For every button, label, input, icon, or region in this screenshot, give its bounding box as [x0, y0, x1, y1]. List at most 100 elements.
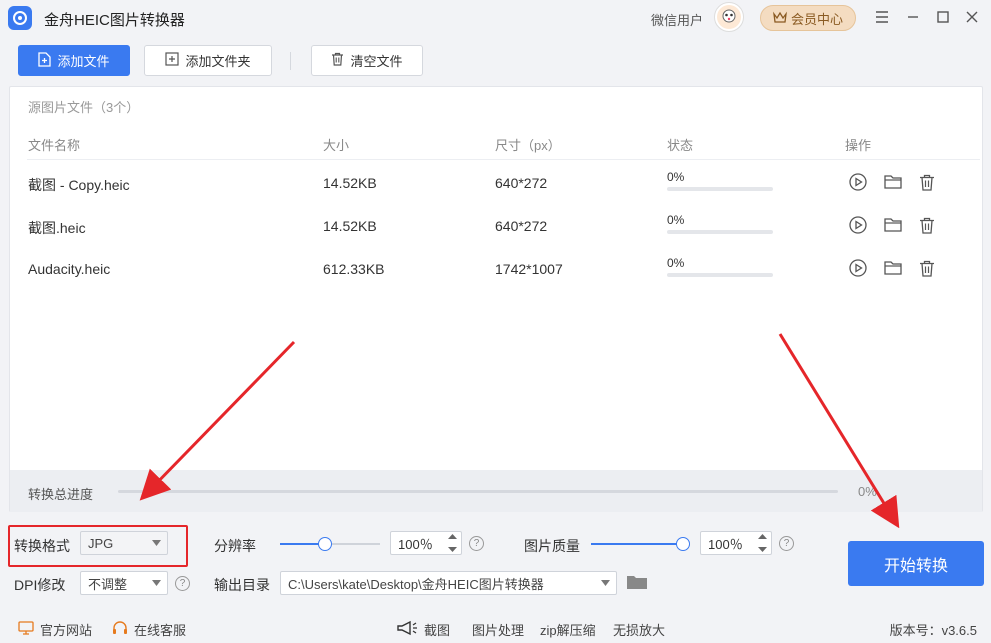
- resolution-value: 100％: [398, 536, 433, 552]
- website-label: 官方网站: [40, 623, 93, 638]
- website-icon: [18, 621, 34, 638]
- avatar[interactable]: [714, 2, 744, 32]
- total-progress-area: 转换总进度 0%: [10, 470, 982, 512]
- quality-label: 图片质量: [524, 538, 580, 554]
- table-row[interactable]: 截图.heic 14.52KB 640*272 0%: [10, 207, 980, 247]
- file-status-value: 0%: [667, 213, 685, 227]
- folder-icon[interactable]: [883, 258, 903, 278]
- screenshot-tool-link[interactable]: 截图: [396, 620, 450, 639]
- add-file-icon: [38, 51, 52, 70]
- column-header-actions: 操作: [845, 138, 872, 153]
- file-list-title: 源图片文件（3个）: [28, 100, 140, 115]
- service-label: 在线客服: [134, 623, 187, 638]
- footer-bar: 官方网站 在线客服 截图 图片处理 zip解压缩 无损放大 版本号：v3.6.5: [0, 612, 991, 643]
- total-progress-label: 转换总进度: [28, 487, 94, 502]
- file-name-cell: 截图 - Copy.heic: [28, 177, 130, 193]
- file-dimensions-cell: 1742*1007: [495, 261, 563, 277]
- maximize-icon[interactable]: [934, 8, 952, 26]
- clear-files-button[interactable]: 清空文件: [311, 45, 423, 76]
- column-header-size: 大小: [323, 138, 350, 153]
- file-name-cell: Audacity.heic: [28, 261, 111, 277]
- tool-label-screenshot: 截图: [424, 623, 451, 638]
- trash-icon[interactable]: [917, 258, 937, 278]
- dpi-select[interactable]: 不调整: [80, 571, 168, 595]
- menu-icon[interactable]: [873, 8, 891, 26]
- quality-spinbox[interactable]: 100％: [700, 531, 772, 555]
- file-size-cell: 14.52KB: [323, 175, 377, 191]
- add-folder-button[interactable]: 添加文件夹: [144, 45, 272, 76]
- format-label: 转换格式: [14, 538, 70, 554]
- online-service-link[interactable]: 在线客服: [112, 620, 186, 639]
- resolution-help-icon[interactable]: ?: [469, 536, 484, 551]
- play-icon[interactable]: [848, 172, 868, 192]
- app-logo-icon: [8, 6, 32, 30]
- resolution-slider[interactable]: [280, 537, 380, 551]
- start-convert-button[interactable]: 开始转换: [848, 541, 984, 586]
- add-file-button[interactable]: 添加文件: [18, 45, 130, 76]
- resolution-slider-thumb[interactable]: [318, 537, 332, 551]
- headset-icon: [112, 620, 128, 639]
- total-progress-value: 0%: [858, 484, 877, 499]
- title-bar: 金舟HEIC图片转换器 微信用户 会员中心: [0, 0, 991, 36]
- quality-slider[interactable]: [591, 537, 690, 551]
- quality-slider-fill: [591, 543, 683, 545]
- header-divider: [27, 159, 980, 160]
- resolution-label: 分辨率: [214, 538, 256, 554]
- chevron-down-icon: [594, 572, 616, 594]
- browse-folder-icon[interactable]: [626, 573, 648, 591]
- add-folder-icon: [165, 52, 180, 69]
- file-status-value: 0%: [667, 256, 685, 270]
- dpi-value: 不调整: [88, 576, 128, 592]
- chevron-down-icon: [145, 572, 167, 594]
- dpi-label: DPI修改: [14, 577, 66, 593]
- folder-icon[interactable]: [883, 215, 903, 235]
- vip-center-button[interactable]: 会员中心: [760, 5, 856, 31]
- dpi-help-icon[interactable]: ?: [175, 576, 190, 591]
- app-title: 金舟HEIC图片转换器: [44, 12, 185, 29]
- zip-tool-link[interactable]: zip解压缩: [540, 620, 596, 639]
- user-name[interactable]: 微信用户: [651, 10, 703, 29]
- table-row[interactable]: 截图 - Copy.heic 14.52KB 640*272 0%: [10, 164, 980, 204]
- format-select[interactable]: JPG: [80, 531, 168, 555]
- file-progress-bar: [667, 230, 773, 234]
- version-label: 版本号：v3.6.5: [889, 623, 977, 638]
- trash-icon[interactable]: [917, 172, 937, 192]
- image-process-tool-link[interactable]: 图片处理: [472, 620, 524, 639]
- output-dir-value: C:\Users\kate\Desktop\金舟HEIC图片转换器: [288, 576, 544, 592]
- trash-icon: [331, 52, 344, 69]
- tool-label-upscale: 无损放大: [613, 623, 666, 638]
- table-row[interactable]: Audacity.heic 612.33KB 1742*1007 0%: [10, 250, 980, 290]
- close-icon[interactable]: [963, 8, 981, 26]
- column-header-status: 状态: [667, 138, 694, 153]
- spin-arrows-icon[interactable]: [756, 534, 768, 552]
- official-website-link[interactable]: 官方网站: [18, 620, 92, 639]
- file-size-cell: 612.33KB: [323, 261, 385, 277]
- upscale-tool-link[interactable]: 无损放大: [613, 620, 665, 639]
- crown-icon: [773, 11, 787, 26]
- trash-icon[interactable]: [917, 215, 937, 235]
- quality-help-icon[interactable]: ?: [779, 536, 794, 551]
- folder-icon[interactable]: [883, 172, 903, 192]
- file-dimensions-cell: 640*272: [495, 175, 548, 191]
- file-status-value: 0%: [667, 170, 685, 184]
- output-dir-select[interactable]: C:\Users\kate\Desktop\金舟HEIC图片转换器: [280, 571, 617, 595]
- toolbar-divider: [290, 52, 291, 70]
- play-icon[interactable]: [848, 258, 868, 278]
- file-list-panel: 源图片文件（3个） 文件名称 大小 尺寸（px） 状态 操作 截图 - Copy…: [9, 86, 983, 512]
- resolution-spinbox[interactable]: 100％: [390, 531, 462, 555]
- file-progress-bar: [667, 273, 773, 277]
- quality-slider-thumb[interactable]: [676, 537, 690, 551]
- minimize-icon[interactable]: [904, 8, 922, 26]
- file-name-cell: 截图.heic: [28, 220, 86, 236]
- vip-center-label: 会员中心: [790, 11, 843, 27]
- column-header-dimensions: 尺寸（px）: [495, 138, 561, 153]
- tool-label-image-process: 图片处理: [472, 623, 525, 638]
- file-dimensions-cell: 640*272: [495, 218, 548, 234]
- format-value: JPG: [88, 535, 114, 551]
- tool-label-zip: zip解压缩: [540, 623, 596, 638]
- spin-arrows-icon[interactable]: [446, 534, 458, 552]
- quality-value: 100％: [708, 536, 743, 552]
- file-progress-bar: [667, 187, 773, 191]
- play-icon[interactable]: [848, 215, 868, 235]
- file-size-cell: 14.52KB: [323, 218, 377, 234]
